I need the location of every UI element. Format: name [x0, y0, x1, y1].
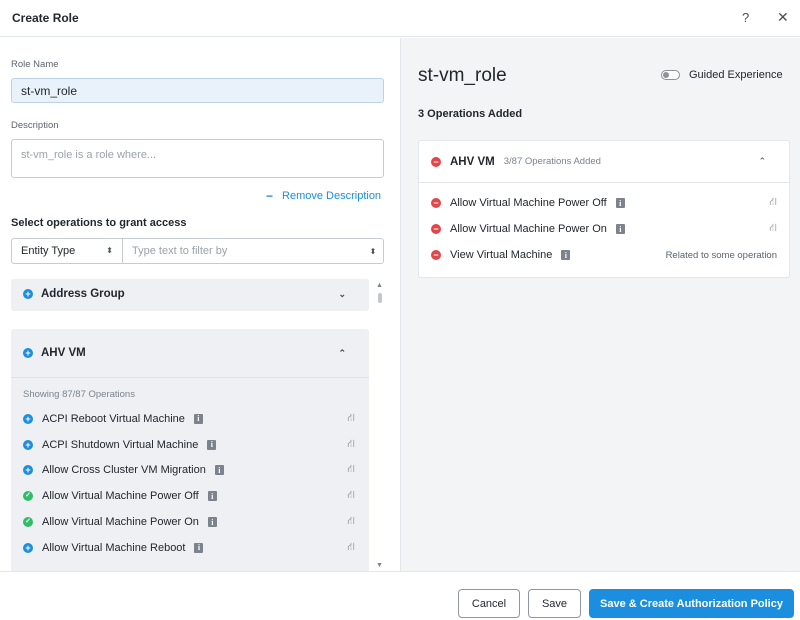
guided-experience-label: Guided Experience — [689, 69, 783, 81]
added-operation-name: View Virtual Machine — [450, 249, 553, 261]
added-operations-list: − Allow Virtual Machine Power Off i ⛙ − … — [419, 183, 789, 268]
group-header[interactable]: + Address Group ⌄ — [11, 279, 369, 309]
added-operation-name: Allow Virtual Machine Power On — [450, 223, 607, 235]
info-icon[interactable]: i — [207, 517, 217, 528]
scroll-thumb[interactable] — [378, 293, 382, 303]
group-name: AHV VM — [41, 347, 86, 359]
info-icon[interactable]: i — [207, 439, 217, 450]
save-button[interactable]: Save — [528, 589, 581, 618]
select-operations-title: Select operations to grant access — [11, 217, 187, 229]
hierarchy-icon[interactable]: ⛙ — [347, 541, 355, 555]
operations-list: + Address Group ⌄ + AHV VM ⌃ Showing 87/… — [11, 279, 369, 571]
hierarchy-icon[interactable]: ⛙ — [769, 196, 777, 210]
info-icon[interactable]: i — [561, 250, 571, 260]
group-ahv-vm: + AHV VM ⌃ Showing 87/87 Operations + AC… — [11, 329, 369, 571]
check-circle-icon[interactable]: ✓ — [23, 491, 33, 502]
minus-circle-icon[interactable]: − — [431, 250, 441, 260]
info-icon[interactable]: i — [194, 542, 204, 553]
added-operation-row: − View Virtual Machine i Related to some… — [419, 242, 789, 268]
hierarchy-icon[interactable]: ⛙ — [347, 438, 355, 452]
hierarchy-icon[interactable]: ⛙ — [347, 515, 355, 529]
plus-circle-icon[interactable]: + — [23, 542, 33, 553]
info-icon[interactable]: i — [615, 224, 625, 234]
entity-type-select[interactable]: Entity Type ⬍ — [12, 239, 123, 263]
group-address-group: + Address Group ⌄ — [11, 279, 369, 311]
operation-row: + ACPI Reboot Virtual Machine i ⛙ — [11, 406, 369, 432]
info-icon[interactable]: i — [207, 491, 217, 502]
plus-circle-icon[interactable]: + — [23, 289, 33, 299]
help-icon[interactable]: ? — [742, 10, 749, 25]
hierarchy-icon[interactable]: ⛙ — [769, 222, 777, 236]
entity-type-value: Entity Type — [21, 245, 76, 257]
related-note: Related to some operation — [665, 249, 777, 261]
minus-circle-icon[interactable]: − — [431, 198, 441, 208]
chevron-down-icon[interactable]: ⌄ — [338, 289, 346, 300]
operation-row: ✓ Allow Virtual Machine Power On i ⛙ — [11, 509, 369, 535]
added-entity-header[interactable]: − AHV VM 3/87 Operations Added ⌃ — [419, 141, 789, 183]
scroll-down-icon[interactable]: ▼ — [376, 562, 383, 569]
operations-filter: Entity Type ⬍ ⬍ — [11, 238, 384, 264]
select-arrows-icon: ⬍ — [106, 246, 113, 255]
added-entity-count: 3/87 Operations Added — [503, 156, 601, 167]
select-arrows-icon[interactable]: ⬍ — [363, 239, 383, 263]
close-icon[interactable]: ✕ — [777, 9, 789, 26]
hierarchy-icon[interactable]: ⛙ — [347, 489, 355, 503]
minus-circle-icon[interactable]: − — [431, 224, 441, 234]
check-circle-icon[interactable]: ✓ — [23, 517, 33, 528]
remove-description-label: Remove Description — [282, 190, 382, 202]
info-icon[interactable]: i — [193, 413, 203, 424]
description-input[interactable] — [11, 139, 384, 178]
plus-circle-icon[interactable]: + — [23, 465, 33, 476]
group-body: Showing 87/87 Operations + ACPI Reboot V… — [11, 377, 369, 561]
operation-name: Allow Virtual Machine Reboot — [42, 541, 186, 554]
operation-name: Allow Virtual Machine Power On — [42, 516, 199, 529]
role-title: st-vm_role — [418, 65, 507, 86]
remove-description-link[interactable]: − Remove Description — [266, 189, 381, 203]
dialog-footer: Cancel Save Save & Create Authorization … — [0, 571, 800, 620]
dialog-header: Create Role ? ✕ — [0, 0, 800, 37]
showing-count: Showing 87/87 Operations — [23, 389, 135, 400]
operation-name: ACPI Shutdown Virtual Machine — [42, 438, 199, 451]
scroll-up-icon[interactable]: ▲ — [376, 282, 383, 289]
operation-name: Allow Virtual Machine Power Off — [42, 490, 199, 503]
group-header[interactable]: + AHV VM ⌃ — [11, 329, 369, 377]
role-name-label: Role Name — [11, 59, 59, 70]
added-operations-card: − AHV VM 3/87 Operations Added ⌃ − Allow… — [418, 140, 790, 278]
description-label: Description — [11, 120, 59, 131]
save-create-policy-button[interactable]: Save & Create Authorization Policy — [589, 589, 794, 618]
operation-row: + Allow Virtual Machine Reboot i ⛙ — [11, 535, 369, 561]
group-name: Address Group — [41, 288, 125, 300]
dialog-title: Create Role — [12, 11, 79, 25]
added-operation-row: − Allow Virtual Machine Power Off i ⛙ — [419, 190, 789, 216]
chevron-up-icon[interactable]: ⌃ — [338, 348, 346, 359]
hierarchy-icon[interactable]: ⛙ — [347, 412, 355, 426]
operation-row: + Allow Cross Cluster VM Migration i ⛙ — [11, 458, 369, 484]
plus-circle-icon[interactable]: + — [23, 439, 33, 450]
operation-row: ✓ Allow Virtual Machine Power Off i ⛙ — [11, 483, 369, 509]
operations-scrollbar[interactable]: ▲ ▼ — [376, 282, 384, 569]
plus-circle-icon[interactable]: + — [23, 413, 33, 424]
added-entity-name: AHV VM — [450, 155, 495, 168]
info-icon[interactable]: i — [615, 198, 625, 208]
added-operation-name: Allow Virtual Machine Power Off — [450, 197, 607, 209]
minus-circle-icon[interactable]: − — [431, 156, 441, 167]
plus-circle-icon[interactable]: + — [23, 348, 33, 358]
cancel-button[interactable]: Cancel — [458, 589, 520, 618]
chevron-up-icon[interactable]: ⌃ — [758, 156, 766, 167]
guided-experience-toggle[interactable]: Guided Experience — [661, 69, 783, 81]
operations-added-count: 3 Operations Added — [418, 108, 523, 120]
role-summary-panel: st-vm_role Guided Experience 3 Operation… — [400, 38, 800, 571]
info-icon[interactable]: i — [214, 465, 224, 476]
hierarchy-icon[interactable]: ⛙ — [347, 463, 355, 477]
role-name-input[interactable] — [11, 78, 384, 103]
operation-name: Allow Cross Cluster VM Migration — [42, 464, 206, 477]
filter-input[interactable] — [123, 239, 363, 263]
operation-row: + ACPI Shutdown Virtual Machine i ⛙ — [11, 432, 369, 458]
minus-icon: − — [266, 189, 274, 203]
operation-name: ACPI Reboot Virtual Machine — [42, 412, 185, 425]
toggle-switch[interactable] — [661, 70, 680, 80]
added-operation-row: − Allow Virtual Machine Power On i ⛙ — [419, 216, 789, 242]
